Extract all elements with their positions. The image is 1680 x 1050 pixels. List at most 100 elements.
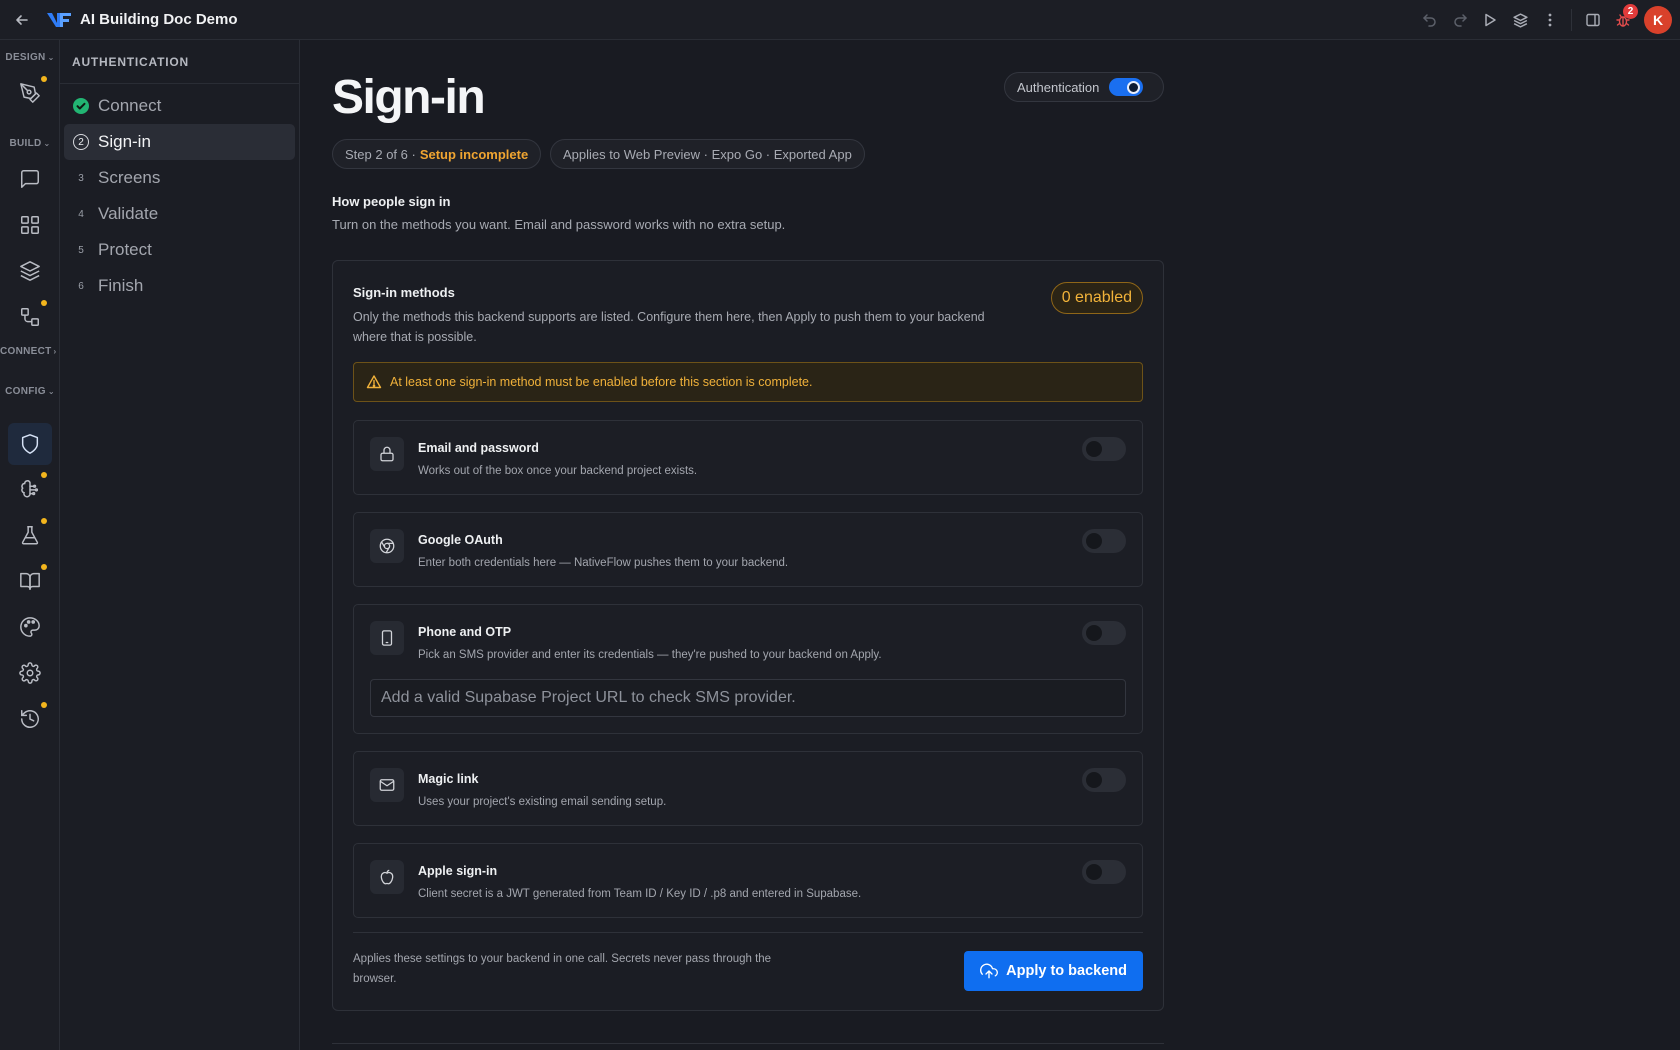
method-apple-sign-in: Apple sign-in Client secret is a JWT gen… <box>353 843 1143 918</box>
step-label: Screens <box>98 168 161 187</box>
play-icon[interactable] <box>1475 5 1505 35</box>
method-description: Client secret is a JWT generated from Te… <box>418 888 862 900</box>
cloud-upload-icon <box>980 963 999 979</box>
method-title: Apple sign-in <box>418 864 498 878</box>
step-number: 4 <box>78 208 84 220</box>
rail-config-theme[interactable] <box>8 606 52 648</box>
magic-link-toggle[interactable] <box>1082 768 1126 792</box>
method-description: Uses your project's existing email sendi… <box>418 796 667 808</box>
top-bar: AI Building Doc Demo 2 K <box>0 0 1680 40</box>
palette-icon <box>20 617 40 637</box>
more-vertical-icon[interactable] <box>1535 5 1565 35</box>
step-validate[interactable]: 4 Validate <box>64 196 295 232</box>
method-description: Enter both credentials here — NativeFlow… <box>418 557 789 569</box>
history-icon <box>21 710 39 728</box>
brain-icon <box>21 480 39 498</box>
apple-sign-in-toggle[interactable] <box>1082 860 1126 884</box>
rail-group-config[interactable]: CONFIG ⌄ <box>0 382 60 400</box>
email-password-toggle[interactable] <box>1082 437 1126 461</box>
method-title: Phone and OTP <box>418 625 512 639</box>
setup-status: Setup incomplete <box>419 146 529 162</box>
app-logo-icon <box>46 11 72 29</box>
rail-config-auth[interactable] <box>8 423 52 465</box>
method-google-oauth: Google OAuth Enter both credentials here… <box>353 512 1143 587</box>
step-label: Finish <box>98 276 144 295</box>
method-title: Email and password <box>418 441 539 455</box>
debug-button[interactable]: 2 <box>1608 4 1638 35</box>
rail-config-docs[interactable] <box>8 560 52 602</box>
apple-icon <box>370 860 404 894</box>
apply-button-label: Apply to backend <box>1006 963 1127 979</box>
lock-icon <box>370 437 404 471</box>
step-screens[interactable]: 3 Screens <box>64 160 295 196</box>
authentication-toggle-pill: Authentication <box>1004 72 1164 102</box>
rail-build-layers[interactable] <box>8 250 52 292</box>
workflow-icon <box>21 308 39 326</box>
section-subtitle: Turn on the methods you want. Email and … <box>332 217 786 232</box>
redo-icon[interactable] <box>1445 5 1475 35</box>
book-open-icon <box>20 572 40 590</box>
step-label: Sign-in <box>98 132 151 151</box>
method-title: Magic link <box>418 772 479 786</box>
rail-design-pen[interactable] <box>8 72 52 114</box>
mail-icon <box>370 768 404 802</box>
layers-icon <box>20 261 40 281</box>
status-dot <box>41 300 47 306</box>
authentication-toggle[interactable] <box>1109 78 1144 96</box>
app-title: AI Building Doc Demo <box>80 11 238 28</box>
step-sign-in[interactable]: 2 Sign-in <box>64 124 295 160</box>
rail-config-brain[interactable] <box>8 468 52 510</box>
warning-alert: At least one sign-in method must be enab… <box>353 362 1143 402</box>
google-oauth-toggle[interactable] <box>1082 529 1126 553</box>
step-number: 6 <box>78 280 84 292</box>
notification-badge: 2 <box>1623 4 1638 19</box>
sms-provider-field[interactable]: Add a valid Supabase Project URL to chec… <box>370 679 1126 717</box>
shield-icon <box>21 434 39 454</box>
rail-group-build[interactable]: BUILD ⌄ <box>0 134 60 152</box>
toggle-knob <box>1086 441 1102 457</box>
step-protect[interactable]: 5 Protect <box>64 232 295 268</box>
apply-footer-text: Applies these settings to your backend i… <box>353 953 772 985</box>
undo-icon[interactable] <box>1415 5 1445 35</box>
step-list: Connect 2 Sign-in 3 Screens 4 Validate 5… <box>60 84 299 308</box>
main-content: Sign-in Authentication Step 2 of 6 · Set… <box>300 40 1680 1050</box>
rail-group-design[interactable]: DESIGN ⌄ <box>0 48 60 66</box>
step-counter: Step 2 of 6 · <box>345 146 416 162</box>
rail-config-tests[interactable] <box>8 514 52 556</box>
step-finish[interactable]: 6 Finish <box>64 268 295 304</box>
applies-to-chip: Applies to Web Preview · Expo Go · Expor… <box>550 139 865 169</box>
status-dot <box>41 702 47 708</box>
chat-icon <box>21 170 39 188</box>
panel-toggle-icon[interactable] <box>1578 5 1608 35</box>
layers-icon[interactable] <box>1505 5 1535 35</box>
rail-config-settings[interactable] <box>8 652 52 694</box>
toggle-knob <box>1086 533 1102 549</box>
apply-to-backend-button[interactable]: Apply to backend <box>964 951 1143 991</box>
chrome-icon <box>370 529 404 563</box>
rail-group-connect[interactable]: CONNECT › <box>0 342 60 360</box>
step-label: Protect <box>98 240 152 259</box>
user-avatar[interactable]: K <box>1644 6 1672 34</box>
enabled-count-badge: 0 enabled <box>1050 282 1143 314</box>
rail-build-grid[interactable] <box>8 204 52 246</box>
phone-icon <box>370 621 404 655</box>
step-number: 2 <box>73 134 89 150</box>
method-magic-link: Magic link Uses your project's existing … <box>353 751 1143 826</box>
toggle-knob <box>1127 80 1141 94</box>
check-circle-icon <box>73 98 89 114</box>
status-dot <box>41 518 47 524</box>
flask-icon <box>21 526 39 545</box>
warning-text: At least one sign-in method must be enab… <box>390 375 813 389</box>
toolbar-divider <box>1571 9 1572 31</box>
top-right-toolbar: 2 K <box>1415 0 1680 40</box>
rail-config-history[interactable] <box>8 698 52 740</box>
step-connect[interactable]: Connect <box>64 88 295 124</box>
rail-build-chat[interactable] <box>8 158 52 200</box>
phone-otp-toggle[interactable] <box>1082 621 1126 645</box>
rail-build-flow[interactable] <box>8 296 52 338</box>
grid-icon <box>21 216 39 234</box>
authentication-toggle-label: Authentication <box>1017 79 1100 95</box>
status-dot <box>41 472 47 478</box>
step-number: 5 <box>78 244 84 256</box>
back-arrow-icon[interactable] <box>10 8 34 32</box>
